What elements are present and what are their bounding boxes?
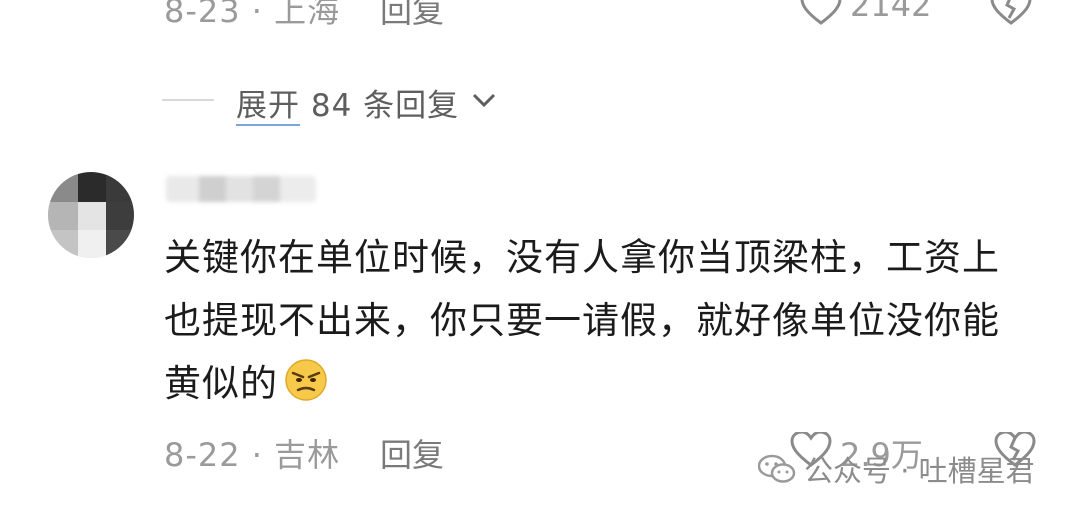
expand-label-prefix: 展开 bbox=[236, 88, 300, 126]
expand-label-rest: 84 条回复 bbox=[300, 88, 460, 124]
watermark: 公众号 · 吐槽星君 bbox=[758, 448, 1035, 490]
comment-reply-button[interactable]: 回复 bbox=[380, 430, 444, 476]
heart-icon[interactable] bbox=[800, 0, 842, 26]
chevron-down-icon[interactable] bbox=[472, 92, 496, 108]
comment-line-3: 黄似的 bbox=[164, 352, 1044, 415]
comment-text: 关键你在单位时候，没有人拿你当顶梁柱，工资上 也提现不出来，你只要一请假，就好像… bbox=[164, 226, 1044, 415]
comment-meta: 8-22 · 吉林 bbox=[164, 436, 341, 474]
watermark-text: 公众号 · 吐槽星君 bbox=[804, 454, 1035, 488]
comment-line-1: 关键你在单位时候，没有人拿你当顶梁柱，工资上 bbox=[164, 236, 1000, 279]
comment-line-3-text: 黄似的 bbox=[164, 362, 278, 405]
top-comment-like-count: 2142 bbox=[850, 0, 932, 24]
expand-divider bbox=[162, 99, 214, 101]
top-comment-reply-button[interactable]: 回复 bbox=[380, 0, 444, 32]
grimace-emoji-icon bbox=[285, 359, 327, 401]
avatar[interactable] bbox=[48, 172, 134, 258]
dislike-heart-icon[interactable] bbox=[990, 0, 1032, 26]
expand-replies-button[interactable]: 展开 84 条回复 bbox=[236, 80, 460, 126]
username-blurred[interactable] bbox=[166, 176, 316, 202]
wechat-icon bbox=[758, 454, 796, 483]
top-comment-meta: 8-23 · 上海 bbox=[164, 0, 341, 30]
comment-line-2: 也提现不出来，你只要一请假，就好像单位没你能 bbox=[164, 299, 1000, 342]
